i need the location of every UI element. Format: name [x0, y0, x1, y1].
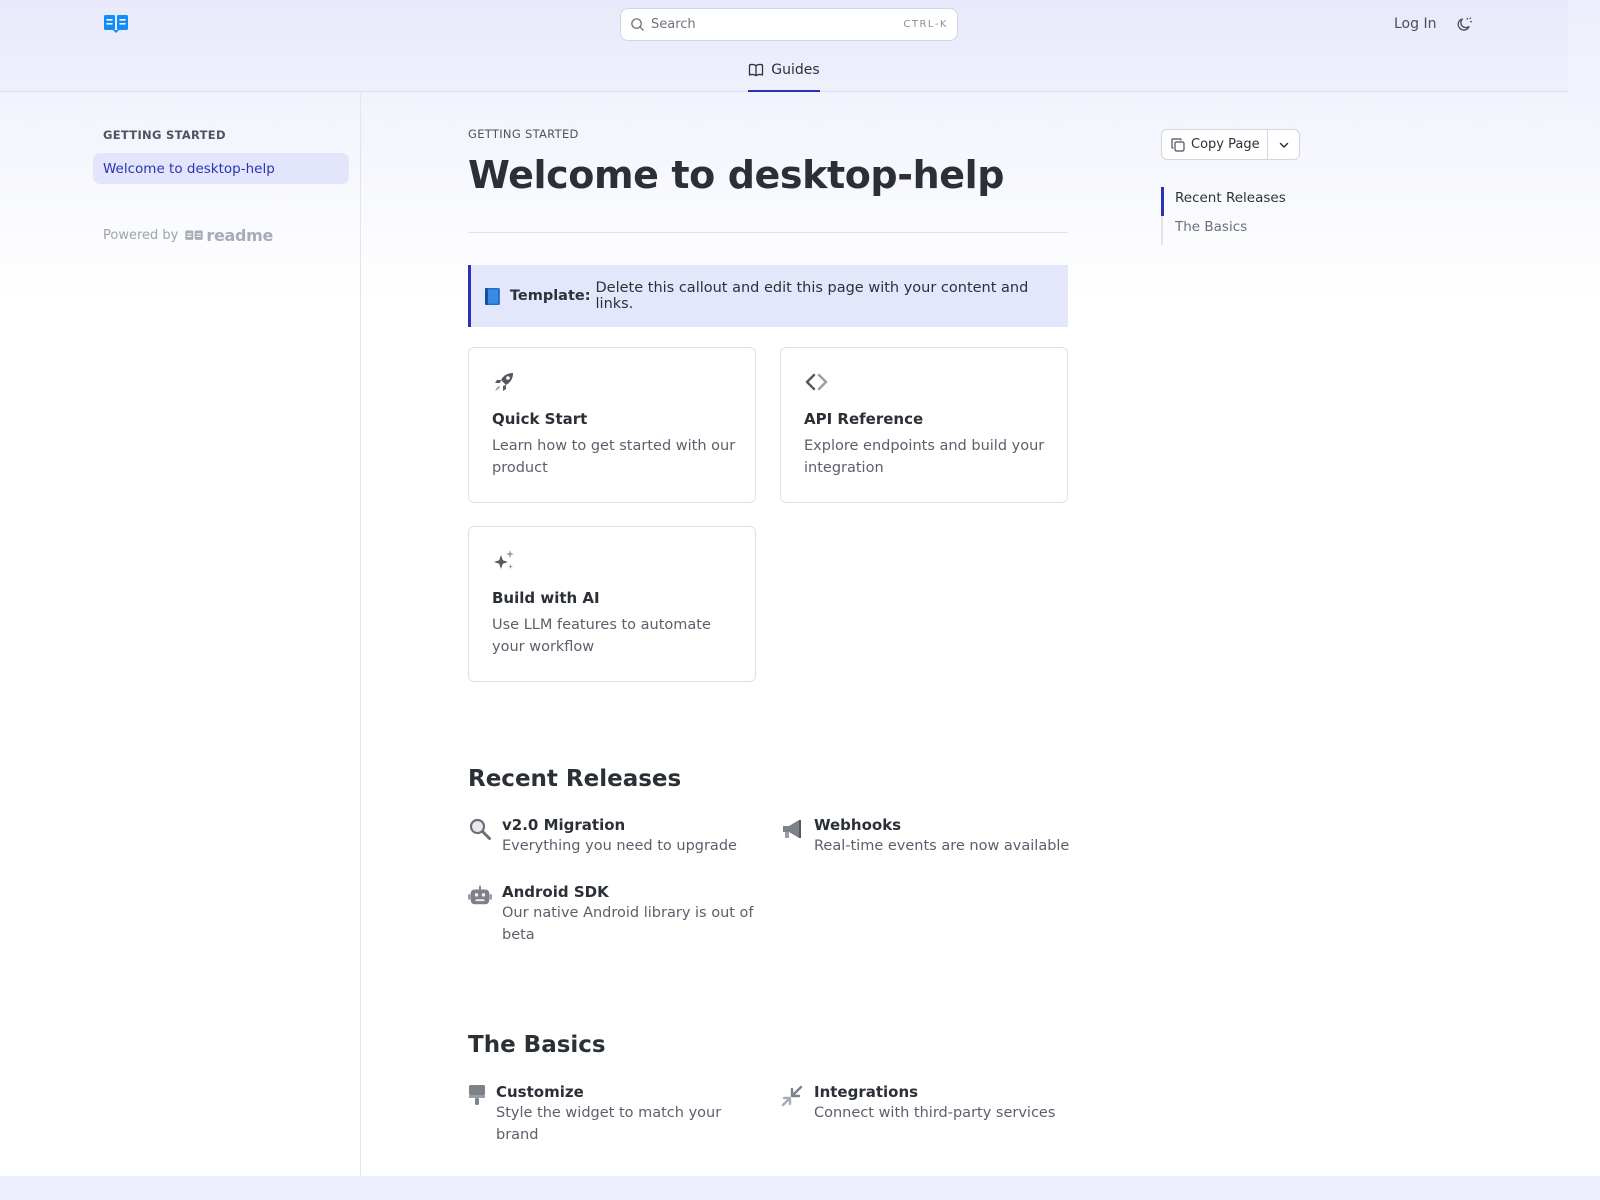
callout-label: Template:: [509, 288, 591, 304]
card-api-reference[interactable]: API Reference Explore endpoints and buil…: [780, 347, 1068, 503]
theme-toggle-icon[interactable]: [1455, 16, 1472, 33]
login-link[interactable]: Log In: [1394, 16, 1436, 32]
blue-book-icon: [485, 287, 500, 305]
card-description: Use LLM features to automate your workfl…: [492, 617, 711, 655]
tab-guides[interactable]: Guides: [748, 50, 820, 92]
item-title: v2.0 Migration: [502, 816, 626, 834]
copy-icon: [1171, 137, 1185, 152]
item-title: Webhooks: [814, 816, 902, 834]
item-title: Android SDK: [502, 883, 609, 901]
card-title: API Reference: [804, 410, 924, 428]
item-description: Our native Android library is out of bet…: [502, 905, 754, 943]
powered-by-readme[interactable]: Powered by readme: [103, 226, 273, 245]
paintbrush-icon: [469, 1085, 485, 1105]
sparkles-icon: [494, 550, 514, 569]
readme-mark-icon: [185, 230, 204, 240]
sidebar: GETTING STARTED Welcome to desktop-help …: [0, 93, 361, 1176]
copy-page-label: Copy Page: [1191, 137, 1260, 152]
magnifying-glass-icon: [469, 818, 491, 840]
powered-by-label: Powered by: [103, 228, 179, 243]
robot-icon: [468, 885, 492, 905]
item-description: Real-time events are now available: [814, 838, 1070, 854]
readme-wordmark: readme: [185, 226, 273, 245]
arrows-inward-icon: [781, 1085, 803, 1107]
tab-guides-label: Guides: [771, 62, 820, 78]
item-title: Customize: [496, 1083, 584, 1101]
copy-page-button[interactable]: Copy Page: [1162, 130, 1268, 159]
copy-page-dropdown[interactable]: [1268, 130, 1299, 159]
search-bar[interactable]: Search CTRL-K: [620, 8, 958, 41]
callout-text: Delete this callout and edit this page w…: [595, 280, 1029, 312]
readme-brand-text: readme: [206, 226, 274, 245]
book-open-icon: [749, 63, 764, 77]
release-item-v2-migration[interactable]: v2.0 Migration Everything you need to up…: [468, 816, 758, 857]
sidebar-section-title: GETTING STARTED: [103, 128, 226, 142]
breadcrumb: GETTING STARTED: [468, 127, 579, 141]
code-brackets-icon: [805, 373, 828, 391]
item-description: Connect with third-party services: [814, 1105, 1056, 1121]
toc-item-the-basics[interactable]: The Basics: [1161, 216, 1286, 245]
card-build-with-ai[interactable]: Build with AI Use LLM features to automa…: [468, 526, 756, 682]
basics-item-customize[interactable]: Customize Style the widget to match your…: [468, 1083, 758, 1146]
basics-item-integrations[interactable]: Integrations Connect with third-party se…: [780, 1083, 1070, 1124]
search-icon: [631, 18, 644, 31]
readme-logo-icon[interactable]: [104, 15, 128, 33]
item-title: Integrations: [814, 1083, 919, 1101]
card-title: Build with AI: [492, 589, 600, 607]
sidebar-item-welcome[interactable]: Welcome to desktop-help: [93, 153, 349, 184]
table-of-contents: Recent Releases The Basics: [1161, 187, 1286, 245]
top-header: Search CTRL-K Log In Guides: [0, 0, 1568, 92]
the-basics-heading: The Basics: [468, 1032, 606, 1058]
card-description: Explore endpoints and build your integra…: [804, 438, 1045, 476]
search-shortcut-badge: CTRL-K: [903, 19, 948, 30]
item-description: Style the widget to match your brand: [496, 1105, 722, 1143]
rocket-icon: [495, 373, 513, 391]
card-title: Quick Start: [492, 410, 588, 428]
release-item-android-sdk[interactable]: Android SDK Our native Android library i…: [468, 883, 758, 946]
chevron-down-icon: [1279, 142, 1288, 148]
card-description: Learn how to get started with our produc…: [492, 438, 736, 476]
toc-item-recent-releases[interactable]: Recent Releases: [1161, 187, 1286, 216]
megaphone-icon: [783, 820, 801, 838]
template-callout: Template: Delete this callout and edit t…: [468, 265, 1068, 327]
search-placeholder[interactable]: Search: [651, 17, 903, 32]
copy-page-button-group: Copy Page: [1161, 129, 1300, 160]
item-description: Everything you need to upgrade: [502, 838, 737, 854]
title-divider: [468, 232, 1068, 233]
card-quick-start[interactable]: Quick Start Learn how to get started wit…: [468, 347, 756, 503]
page-title: Welcome to desktop-help: [468, 153, 1005, 197]
release-item-webhooks[interactable]: Webhooks Real-time events are now availa…: [780, 816, 1070, 857]
recent-releases-heading: Recent Releases: [468, 766, 682, 792]
